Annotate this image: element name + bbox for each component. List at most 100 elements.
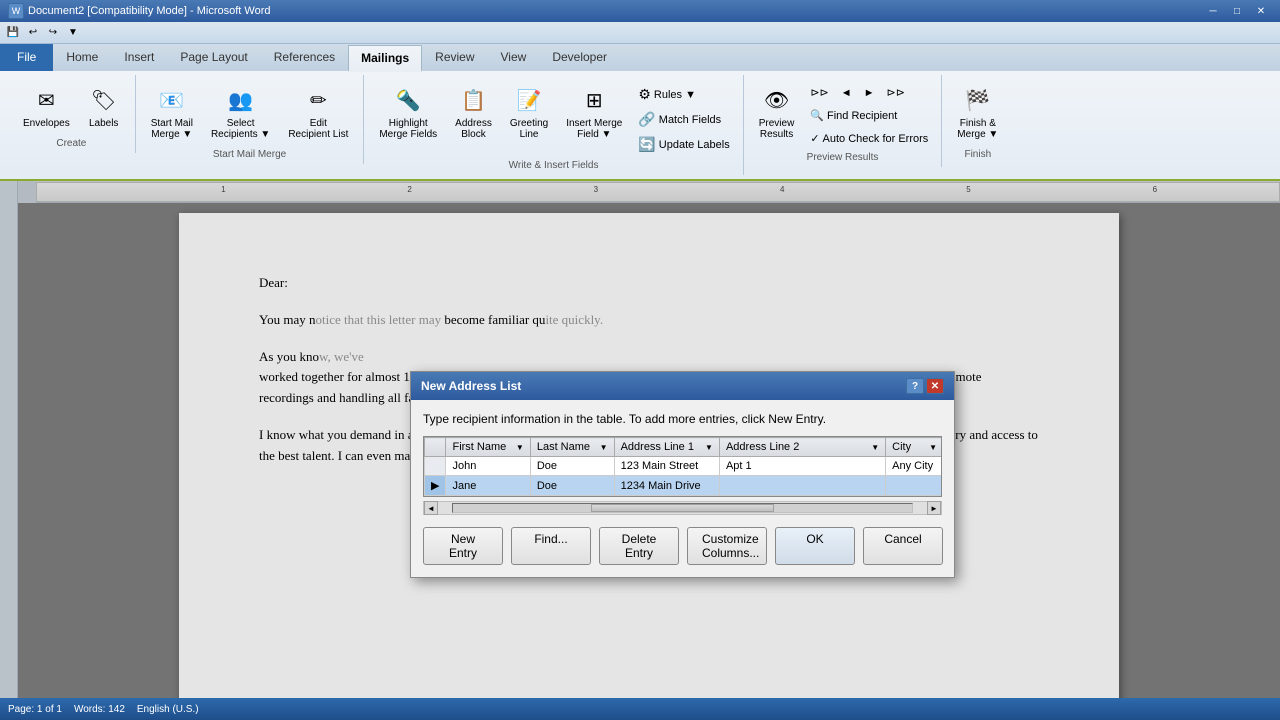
col-header-last-name[interactable]: Last Name ▼	[530, 438, 614, 457]
preview-results-button[interactable]: 👁 PreviewResults	[752, 79, 802, 145]
finish-merge-button[interactable]: 🏁 Finish &Merge ▼	[950, 79, 1005, 145]
find-button[interactable]: Find...	[511, 527, 591, 565]
auto-check-icon: ✓	[810, 132, 819, 145]
auto-check-button[interactable]: ✓ Auto Check for Errors	[805, 129, 933, 148]
row2-address1[interactable]: 1234 Main Drive	[614, 476, 719, 496]
address-block-button[interactable]: 📋 AddressBlock	[448, 79, 499, 145]
row1-last-name[interactable]: Doe	[530, 457, 614, 476]
more-qat-button[interactable]: ▼	[64, 24, 82, 42]
scrollbar-thumb[interactable]	[591, 504, 775, 512]
edit-recipient-list-label: EditRecipient List	[288, 118, 348, 140]
tab-page-layout[interactable]: Page Layout	[167, 44, 260, 71]
select-recipients-icon: 👥	[225, 84, 257, 116]
save-qat-button[interactable]: 💾	[4, 24, 22, 42]
delete-entry-button[interactable]: Delete Entry	[599, 527, 679, 565]
undo-qat-button[interactable]: ↩	[24, 24, 42, 42]
scrollbar-track[interactable]	[452, 503, 913, 513]
lang-status: English (U.S.)	[137, 704, 199, 715]
tab-home[interactable]: Home	[53, 44, 111, 71]
redo-qat-button[interactable]: ↪	[44, 24, 62, 42]
row1-selector	[425, 457, 446, 476]
nav-next-button[interactable]: ►	[859, 84, 880, 102]
finish-group-label: Finish	[964, 149, 991, 160]
insert-merge-field-button[interactable]: ⊞ Insert MergeField ▼	[559, 79, 629, 145]
rules-button[interactable]: ⚙ Rules ▼	[633, 83, 734, 106]
maximize-button[interactable]: □	[1226, 3, 1248, 19]
tab-insert[interactable]: Insert	[111, 44, 167, 71]
col-header-first-name[interactable]: First Name ▼	[446, 438, 530, 457]
ribbon: File Home Insert Page Layout References …	[0, 44, 1280, 181]
address-block-label: AddressBlock	[455, 118, 492, 140]
table-row: ▶ Jane Doe 1234 Main Drive	[425, 476, 943, 496]
minimize-button[interactable]: ─	[1202, 3, 1224, 19]
tab-developer[interactable]: Developer	[539, 44, 620, 71]
edit-recipient-list-button[interactable]: ✏ EditRecipient List	[281, 79, 355, 145]
row1-address1[interactable]: 123 Main Street	[614, 457, 719, 476]
col-header-address2[interactable]: Address Line 2 ▼	[719, 438, 885, 457]
nav-prev-button[interactable]: ◄	[836, 84, 857, 102]
row1-address2[interactable]: Apt 1	[719, 457, 885, 476]
tab-review[interactable]: Review	[422, 44, 487, 71]
dialog-help-button[interactable]: ?	[906, 378, 924, 394]
row1-first-name[interactable]: John	[446, 457, 530, 476]
ok-button[interactable]: OK	[775, 527, 855, 565]
select-recipients-button[interactable]: 👥 SelectRecipients ▼	[204, 79, 277, 145]
dialog-close-button[interactable]: ✕	[926, 378, 944, 394]
nav-last-button[interactable]: ⊳⊳	[882, 83, 910, 102]
find-recipient-button[interactable]: 🔍 Find Recipient	[805, 106, 933, 125]
match-fields-icon: 🔗	[638, 111, 655, 128]
auto-check-label: Auto Check for Errors	[823, 133, 929, 145]
ribbon-group-create: ✉ Envelopes 🏷 Labels Create	[8, 75, 136, 153]
row2-address2-input[interactable]	[726, 480, 879, 492]
labels-button[interactable]: 🏷 Labels	[81, 79, 127, 134]
labels-icon: 🏷	[88, 84, 120, 116]
row2-address2[interactable]	[719, 476, 885, 496]
dialog-title-bar: New Address List ? ✕	[411, 372, 954, 400]
greeting-line-label: GreetingLine	[510, 118, 548, 140]
update-labels-icon: 🔄	[638, 136, 655, 153]
tab-view[interactable]: View	[488, 44, 540, 71]
nav-first-button[interactable]: ⊳⊳	[805, 83, 833, 102]
start-mail-merge-button[interactable]: 📧 Start MailMerge ▼	[144, 79, 200, 145]
ribbon-group-write-insert: 🔦 HighlightMerge Fields 📋 AddressBlock 📝…	[364, 75, 743, 175]
tab-file[interactable]: File	[0, 44, 53, 71]
scrollbar-left-button[interactable]: ◄	[424, 501, 438, 515]
scrollbar-right-button[interactable]: ►	[927, 501, 941, 515]
address2-sort-icon: ▼	[871, 443, 879, 452]
row1-city[interactable]: Any City	[886, 457, 942, 476]
tab-mailings[interactable]: Mailings	[348, 45, 422, 72]
find-recipient-label: Find Recipient	[827, 110, 897, 122]
row2-selector: ▶	[425, 476, 446, 496]
highlight-merge-fields-button[interactable]: 🔦 HighlightMerge Fields	[372, 79, 444, 145]
tab-references[interactable]: References	[261, 44, 348, 71]
title-bar-controls: ─ □ ✕	[1202, 3, 1272, 19]
content-area: 1 2 3 4 5 6 Dear: You may notice that th…	[0, 181, 1280, 698]
ribbon-content: ✉ Envelopes 🏷 Labels Create 📧 Start Mail…	[0, 71, 1280, 179]
close-button[interactable]: ✕	[1250, 3, 1272, 19]
row2-last-name[interactable]: Doe	[530, 476, 614, 496]
col-header-address1[interactable]: Address Line 1 ▼	[614, 438, 719, 457]
greeting-line-button[interactable]: 📝 GreetingLine	[503, 79, 555, 145]
edit-recipient-list-icon: ✏	[302, 84, 334, 116]
horizontal-scrollbar[interactable]: ◄ ►	[423, 501, 942, 515]
quick-access-toolbar: 💾 ↩ ↪ ▼	[0, 22, 1280, 44]
update-labels-button[interactable]: 🔄 Update Labels	[633, 133, 734, 156]
status-bar: Page: 1 of 1 Words: 142 English (U.S.)	[0, 698, 1280, 720]
customize-columns-button[interactable]: Customize Columns...	[687, 527, 767, 565]
row-arrow-icon: ▶	[431, 480, 439, 492]
page-status: Page: 1 of 1	[8, 704, 62, 715]
new-entry-button[interactable]: New Entry	[423, 527, 503, 565]
dialog-body: Type recipient information in the table.…	[411, 400, 954, 577]
address-table-container: First Name ▼ Last Name ▼	[423, 436, 942, 497]
address-table: First Name ▼ Last Name ▼	[424, 437, 942, 496]
match-fields-button[interactable]: 🔗 Match Fields	[633, 108, 734, 131]
row2-city[interactable]	[886, 476, 942, 496]
col-header-city[interactable]: City ▼	[886, 438, 942, 457]
finish-merge-label: Finish &Merge ▼	[957, 118, 998, 140]
row2-first-name[interactable]: Jane	[446, 476, 530, 496]
table-header-row: First Name ▼ Last Name ▼	[425, 438, 943, 457]
highlight-merge-fields-label: HighlightMerge Fields	[379, 118, 437, 140]
envelopes-button[interactable]: ✉ Envelopes	[16, 79, 77, 134]
cancel-button[interactable]: Cancel	[863, 527, 943, 565]
first-name-sort-icon: ▼	[516, 443, 524, 452]
